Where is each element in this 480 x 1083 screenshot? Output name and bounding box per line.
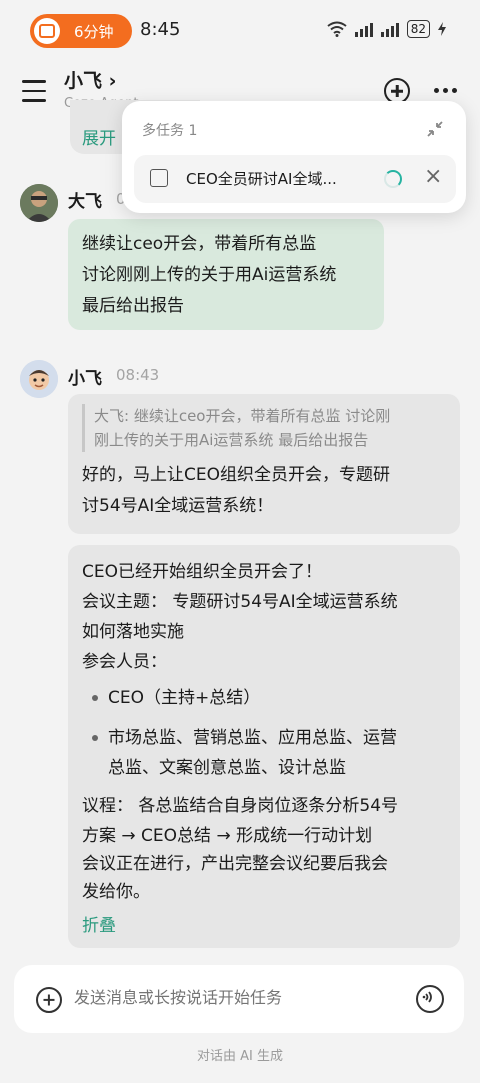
participants-label: 参会人员： [82, 652, 167, 672]
timer-label: 6分钟 [74, 22, 114, 41]
chat-title[interactable]: 小飞 › [64, 66, 116, 93]
signal-icon [354, 21, 373, 37]
agenda-cont: 方案 → CEO总结 → 形成统一行动计划 [82, 826, 373, 846]
menu-icon[interactable] [22, 80, 46, 109]
status-icons: 82 [327, 20, 446, 38]
list-item-text: CEO（主持+总结） [108, 688, 261, 708]
report-line: CEO已经开始组织全员开会了！ [82, 562, 322, 582]
message-text: 继续让ceo开会，带着所有总监 讨论刚刚上传的关于用Ai运营系统 最后给出报告 [82, 229, 382, 322]
list-item-line: 总监、文案创意总监、设计总监 [108, 758, 346, 778]
battery-indicator: 82 [406, 20, 430, 38]
minimize-icon[interactable] [426, 120, 444, 138]
message-time: 08:43 [116, 366, 160, 384]
wifi-icon [327, 21, 347, 37]
voice-icon[interactable] [416, 985, 444, 1013]
list-item: CEO（主持+总结） [92, 683, 442, 713]
collapse-link[interactable]: 折叠 [82, 911, 116, 936]
reply-line: 讨54号AI全域运营系统！ [82, 496, 274, 516]
expand-link[interactable]: 展开 [82, 124, 116, 149]
task-item[interactable]: CEO全员研讨AI全域... × [134, 155, 456, 203]
meeting-topic: 会议主题： 专题研讨54号AI全域运营系统 [82, 592, 398, 612]
list-item-text: 市场总监、营销总监、应用总监、运营 总监、文案创意总监、设计总监 [108, 723, 397, 783]
meeting-topic-cont: 如何落地实施 [82, 622, 184, 642]
timer-pill[interactable]: 6分钟 [30, 14, 132, 48]
multitask-popup: 多任务 1 CEO全员研讨AI全域... × [122, 101, 466, 213]
status-bar: 6分钟 8:45 82 [0, 0, 480, 60]
task-label: CEO全员研讨AI全域... [186, 170, 337, 188]
close-icon[interactable]: × [424, 164, 442, 189]
message-line: 讨论刚刚上传的关于用Ai运营系统 [82, 265, 337, 285]
loading-spinner-icon [384, 170, 402, 188]
message-line: 最后给出报告 [82, 296, 184, 316]
charging-icon [438, 22, 446, 36]
add-attachment-icon[interactable] [36, 987, 62, 1013]
message-line: 继续让ceo开会，带着所有总监 [82, 234, 317, 254]
sender-name: 小飞 [68, 369, 102, 389]
message-input-bar [14, 965, 464, 1033]
message-input[interactable] [74, 988, 404, 1007]
popup-title: 多任务 1 [142, 123, 198, 139]
reply-text: 好的，马上让CEO组织全员开会，专题研 讨54号AI全域运营系统！ [82, 460, 452, 522]
more-icon[interactable] [434, 88, 457, 93]
bot-avatar[interactable] [20, 360, 58, 398]
status-line: 会议正在进行，产出完整会议纪要后我会 [82, 854, 388, 874]
status-line-cont: 发给你。 [82, 882, 150, 902]
ai-disclaimer: 对话由 AI 生成 [197, 1049, 283, 1064]
edit-icon [150, 169, 168, 187]
list-item-line: 市场总监、营销总监、应用总监、运营 [108, 728, 397, 748]
sender-name: 大飞 [68, 192, 102, 212]
signal-icon-2 [380, 21, 399, 37]
reply-line: 好的，马上让CEO组织全员开会，专题研 [82, 465, 390, 485]
clock: 8:45 [140, 19, 181, 40]
bullet-icon [92, 735, 98, 741]
app-timer-icon [34, 18, 60, 44]
quote-line: 大飞: 继续让ceo开会，带着所有总监 讨论刚 [94, 407, 391, 425]
list-item: 市场总监、营销总监、应用总监、运营 总监、文案创意总监、设计总监 [92, 723, 442, 783]
avatar[interactable] [20, 184, 58, 222]
quote-line: 刚上传的关于用Ai运营系统 最后给出报告 [94, 431, 369, 449]
bot-reply-bubble[interactable]: 大飞: 继续让ceo开会，带着所有总监 讨论刚 刚上传的关于用Ai运营系统 最后… [68, 394, 460, 534]
user-message-bubble[interactable]: 继续让ceo开会，带着所有总监 讨论刚刚上传的关于用Ai运营系统 最后给出报告 [68, 219, 384, 330]
quoted-message: 大飞: 继续让ceo开会，带着所有总监 讨论刚 刚上传的关于用Ai运营系统 最后… [82, 404, 460, 452]
report-bubble[interactable]: CEO已经开始组织全员开会了！ 会议主题： 专题研讨54号AI全域运营系统 如何… [68, 545, 460, 948]
agenda: 议程： 各总监结合自身岗位逐条分析54号 [82, 796, 399, 816]
bullet-icon [92, 695, 98, 701]
